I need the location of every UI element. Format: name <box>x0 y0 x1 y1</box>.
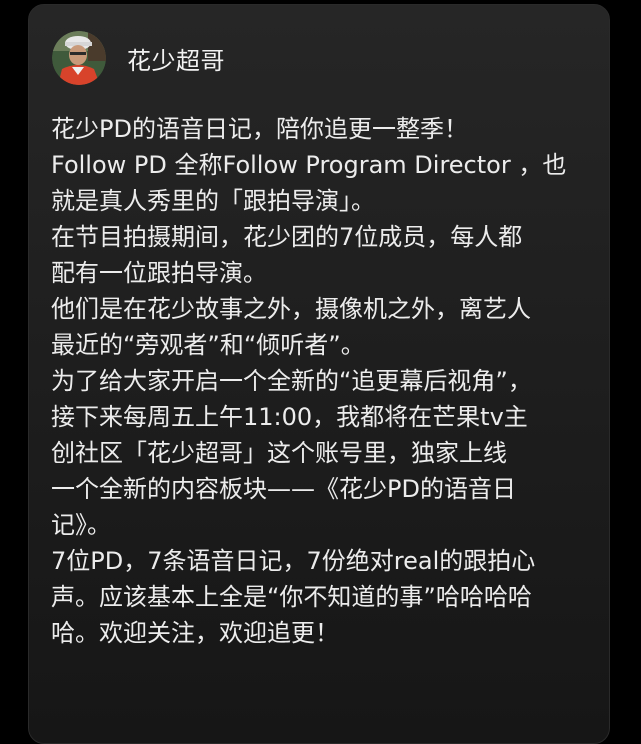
post-text-line: 一个全新的内容板块——《花少PD的语音日 <box>51 475 516 503</box>
post-text-line: 就是真人秀里的「跟拍导演」。 <box>51 187 375 215</box>
post-text-line: 最近的“旁观者”和“倾听者”。 <box>51 331 365 359</box>
post-text-line: 配有一位跟拍导演。 <box>51 259 267 287</box>
post-card: 花少超哥 花少PD的语音日记，陪你追更一整季！ Follow PD 全称Foll… <box>28 4 610 744</box>
post-text-line: 他们是在花少故事之外，摄像机之外，离艺人 <box>51 295 531 323</box>
post-text-line: 声。应该基本上全是“你不知道的事”哈哈哈哈 <box>51 583 532 611</box>
post-text-line: 接下来每周五上午11:00，我都将在芒果tv主 <box>51 403 528 431</box>
post-header: 花少超哥 <box>52 29 225 87</box>
author-name[interactable]: 花少超哥 <box>127 41 225 76</box>
user-avatar-icon[interactable] <box>52 31 106 85</box>
post-text-line: 在节目拍摄期间，花少团的7位成员，每人都 <box>51 223 523 251</box>
post-text-line: 创社区「花少超哥」这个账号里，独家上线 <box>51 439 507 467</box>
post-text-line: 为了给大家开启一个全新的“追更幕后视角”， <box>51 367 532 395</box>
post-text-line: Follow PD 全称Follow Program Director ，也 <box>51 151 567 179</box>
post-text: 花少PD的语音日记，陪你追更一整季！ Follow PD 全称Follow Pr… <box>51 111 599 651</box>
post-text-line: 记》。 <box>51 511 111 539</box>
post-text-line: 7位PD，7条语音日记，7份绝对real的跟拍心 <box>51 547 536 575</box>
post-text-line: 花少PD的语音日记，陪你追更一整季！ <box>51 115 468 143</box>
post-text-line: 哈。欢迎关注，欢迎追更！ <box>51 619 339 647</box>
